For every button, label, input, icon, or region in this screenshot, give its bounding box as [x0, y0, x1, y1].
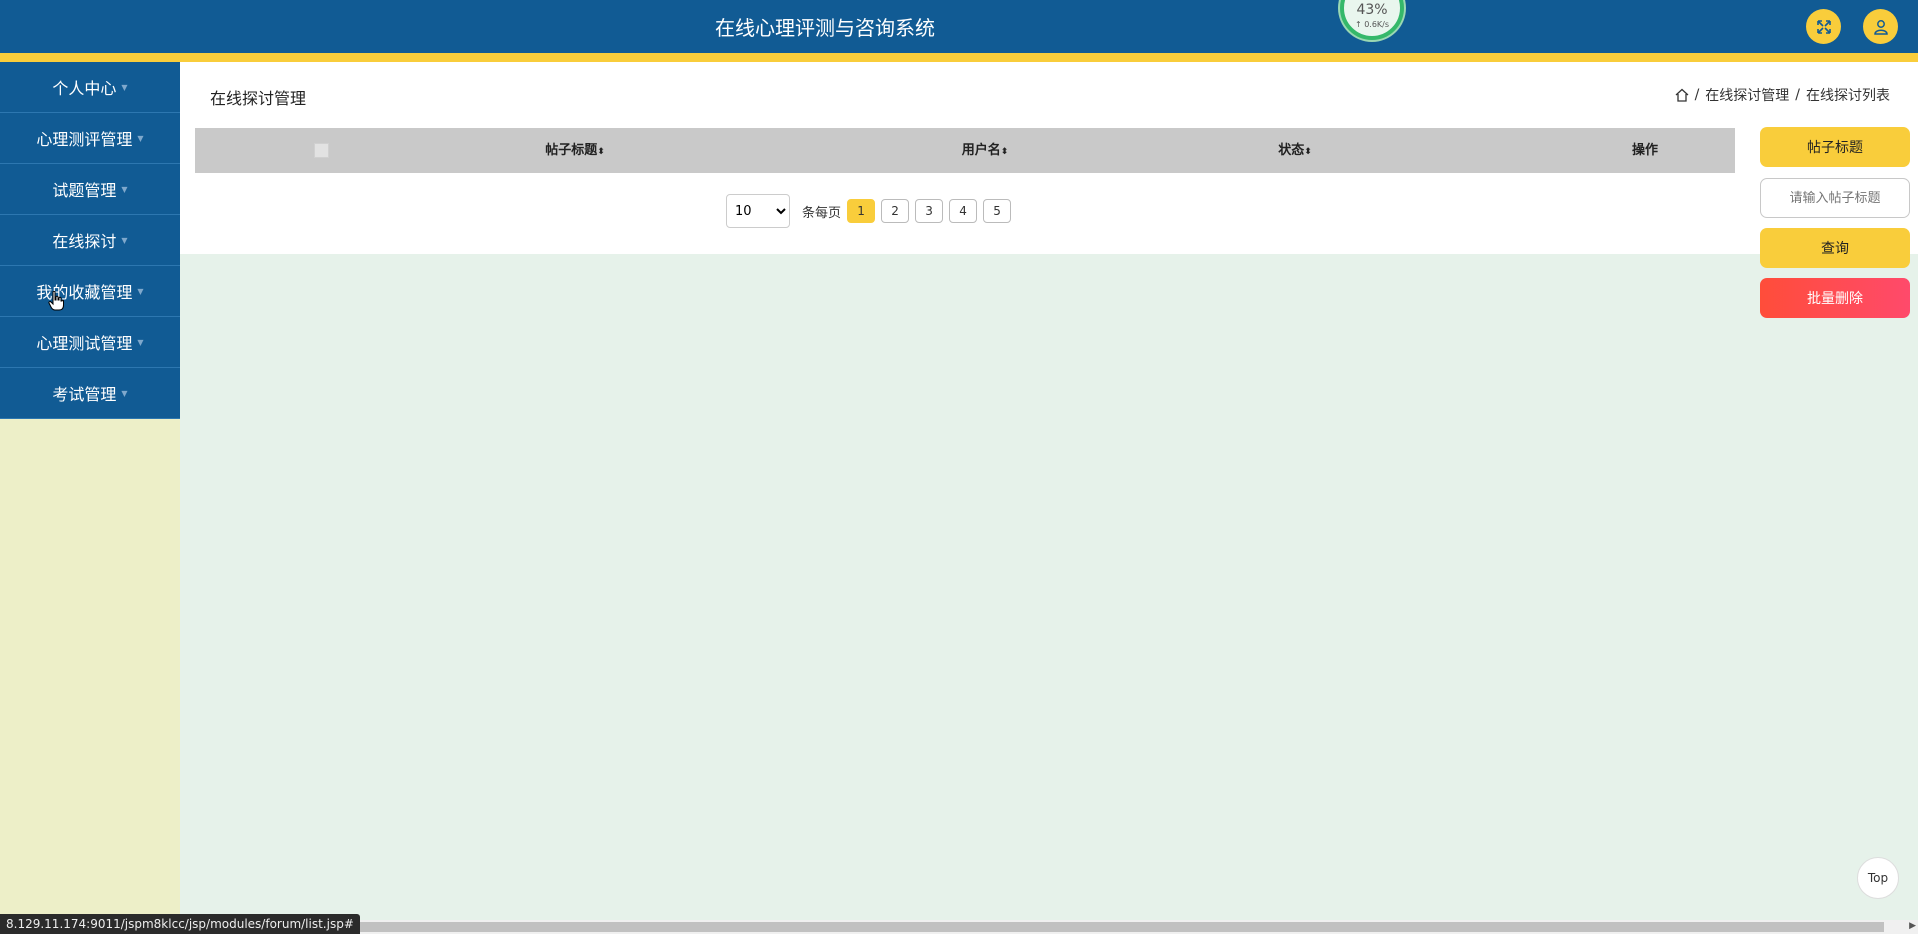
page-button[interactable]: 3 — [915, 199, 944, 223]
caret-down-icon: ▼ — [121, 235, 128, 245]
breadcrumb-item[interactable]: 在线探讨管理 — [1705, 85, 1789, 105]
sidebar-item-label: 试题管理 — [52, 181, 117, 200]
page-button[interactable]: 4 — [949, 199, 978, 223]
column-header-actions: 操作 — [1631, 143, 1658, 158]
sidebar-item-personal-center[interactable]: 个人中心 ▼ — [0, 62, 180, 113]
caret-down-icon: ▼ — [121, 388, 128, 398]
breadcrumb-item: 在线探讨列表 — [1806, 88, 1890, 104]
user-menu-button[interactable] — [1863, 9, 1898, 44]
network-percent: 43% — [1356, 2, 1388, 18]
scroll-right-icon[interactable]: ▶ — [1909, 921, 1916, 931]
page-size-select[interactable]: 10 — [726, 194, 790, 228]
sort-icon: ⬍ — [597, 147, 605, 157]
user-icon — [1873, 19, 1888, 35]
sidebar-item-label: 心理测试管理 — [36, 334, 133, 353]
column-header-username[interactable]: 用户名⬍ — [885, 128, 1085, 173]
sort-icon: ⬍ — [1304, 147, 1312, 157]
caret-down-icon: ▼ — [137, 337, 144, 347]
page-button[interactable]: 5 — [983, 199, 1012, 223]
batch-delete-button[interactable]: 批量删除 — [1760, 278, 1910, 318]
query-button[interactable]: 查询 — [1760, 228, 1910, 268]
breadcrumb: / 在线探讨管理 / 在线探讨列表 — [1675, 85, 1890, 105]
caret-down-icon: ▼ — [121, 82, 128, 92]
per-page-label: 条每页 — [802, 205, 842, 221]
fullscreen-button[interactable] — [1806, 9, 1841, 44]
sidebar-item-forum[interactable]: 在线探讨 ▼ — [0, 215, 180, 266]
sidebar-item-label: 考试管理 — [52, 385, 117, 404]
expand-icon — [1816, 19, 1831, 34]
caret-down-icon: ▼ — [137, 286, 144, 296]
sidebar-item-label: 个人中心 — [52, 79, 117, 98]
column-header-status[interactable]: 状态⬍ — [1195, 128, 1395, 173]
caret-down-icon: ▼ — [121, 184, 128, 194]
column-header-title[interactable]: 帖子标题⬍ — [475, 128, 675, 173]
caret-down-icon: ▼ — [137, 133, 144, 143]
sidebar-item-assessment[interactable]: 心理测评管理 ▼ — [0, 113, 180, 164]
sidebar: 个人中心 ▼ 心理测评管理 ▼ 试题管理 ▼ 在线探讨 ▼ 我的收藏管理 ▼ 心理测试管理… — [0, 62, 180, 934]
sidebar-item-favorites[interactable]: 我的收藏管理 ▼ — [0, 266, 180, 317]
network-speed: ↑ 0.6K/s — [1354, 20, 1390, 29]
sidebar-item-exam[interactable]: 考试管理 ▼ — [0, 368, 180, 419]
sidebar-item-questions[interactable]: 试题管理 ▼ — [0, 164, 180, 215]
header-stripe — [0, 53, 1918, 62]
sort-icon: ⬍ — [1000, 147, 1009, 157]
page-button[interactable]: 1 — [847, 199, 876, 223]
back-to-top-button[interactable]: Top — [1857, 857, 1899, 899]
breadcrumb-separator: / — [1795, 87, 1800, 103]
page-button[interactable]: 2 — [881, 199, 910, 223]
breadcrumb-separator: / — [1694, 87, 1700, 103]
search-input[interactable] — [1760, 178, 1910, 218]
sidebar-item-label: 在线探讨 — [52, 232, 117, 251]
sidebar-item-psych-test[interactable]: 心理测试管理 ▼ — [0, 317, 180, 368]
sidebar-item-label: 心理测评管理 — [36, 130, 133, 149]
top-header: 在线心理评测与咨询系统 43% ↑ 0.6K/s — [0, 0, 1918, 53]
table-header: 帖子标题⬍ 用户名⬍ 状态⬍ 操作 — [195, 128, 1735, 173]
select-all-checkbox[interactable] — [314, 143, 329, 158]
page-title: 在线探讨管理 — [210, 89, 307, 108]
home-icon[interactable] — [1675, 88, 1689, 102]
hand-cursor-icon — [48, 291, 64, 311]
search-field-label: 帖子标题 — [1760, 127, 1910, 167]
status-bar-url: 8.129.11.174:9011/jspm8klcc/jsp/modules/… — [0, 914, 360, 934]
pagination: 10 条每页 1 2 3 4 5 — [726, 194, 1012, 228]
